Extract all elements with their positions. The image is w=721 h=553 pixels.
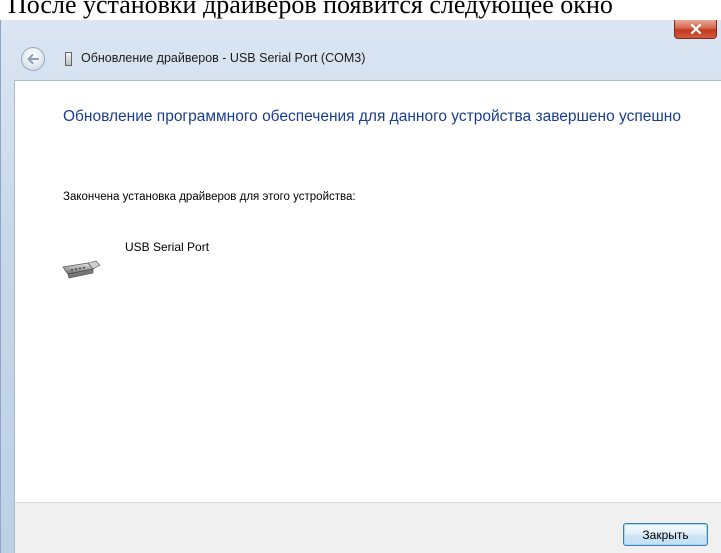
device-name: USB Serial Port [125, 240, 210, 254]
main-heading: Обновление программного обеспечения для … [63, 108, 681, 125]
serial-port-device-icon [62, 260, 101, 279]
status-text: Закончена установка драйверов для этого … [63, 191, 356, 203]
back-arrow-icon [27, 54, 39, 64]
window-title: Обновление драйверов - USB Serial Port (… [81, 51, 366, 65]
close-dialog-button[interactable]: Закрыть [623, 523, 708, 546]
content-panel: Обновление программного обеспечения для … [14, 80, 721, 502]
footer-bar: Закрыть [14, 502, 721, 553]
document-top-text: После установки драйверов появится следу… [8, 0, 613, 19]
close-x-icon [690, 24, 701, 34]
window-close-button[interactable] [674, 20, 717, 39]
window-header: Обновление драйверов - USB Serial Port (… [1, 41, 721, 79]
back-button[interactable] [21, 47, 45, 71]
driver-update-window: Обновление драйверов - USB Serial Port (… [0, 20, 721, 553]
device-icon [65, 52, 72, 66]
